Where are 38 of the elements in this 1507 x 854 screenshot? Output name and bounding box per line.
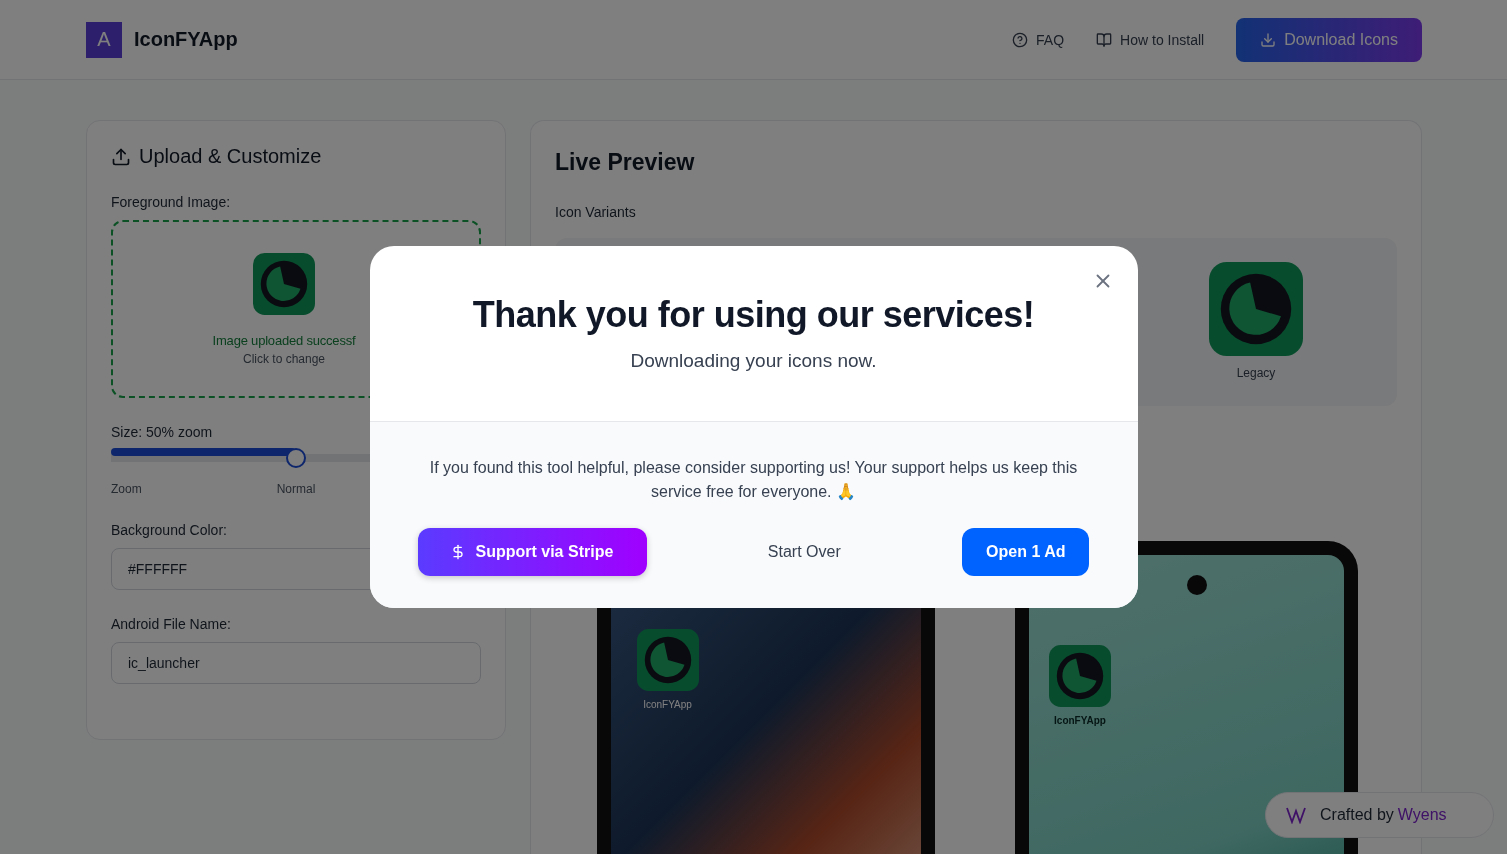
variant-label: Legacy — [1236, 366, 1276, 380]
app-icon — [636, 629, 699, 691]
modal-subtitle: Downloading your icons now. — [630, 350, 877, 372]
card-title: Live Preview — [555, 149, 696, 176]
field-label: Foreground Image: — [111, 194, 232, 210]
nav-link[interactable]: FAQ — [1012, 31, 1065, 48]
download-button[interactable]: Download Icons — [1236, 17, 1422, 62]
title-text: Upload & Customize — [139, 145, 322, 168]
slider-label: Zoom — [111, 482, 143, 496]
download-icon — [1260, 31, 1277, 48]
app-icon — [253, 252, 315, 315]
slider-thumb[interactable] — [286, 448, 306, 468]
support-button[interactable]: Support via Stripe — [417, 528, 647, 576]
logo: A — [86, 21, 122, 58]
field-label: Background Color: — [111, 522, 228, 538]
camera-dot — [1186, 575, 1207, 595]
w-logo-icon — [1286, 806, 1306, 824]
upload-status: Image uploaded successf — [212, 332, 356, 348]
app-label: IconFYApp — [1054, 715, 1106, 726]
app-icon — [1049, 645, 1111, 707]
field-label: Size: 50% zoom — [111, 424, 214, 440]
start-over-button[interactable]: Start Over — [743, 528, 865, 576]
help-icon — [1012, 31, 1029, 48]
section-label: Icon Variants — [555, 204, 637, 220]
field-label: Android File Name: — [111, 616, 232, 632]
app-label: IconFYApp — [643, 699, 692, 710]
brand-link[interactable]: Wyens — [1397, 806, 1447, 824]
credit-text: Crafted by — [1320, 806, 1394, 824]
ad-button[interactable]: Open 1 Ad — [962, 528, 1090, 576]
upload-hint: Click to change — [242, 351, 325, 366]
slider-label: Normal — [275, 482, 317, 496]
app-name: IconFYApp — [134, 28, 238, 51]
app-icon — [1209, 262, 1303, 356]
file-name-field[interactable]: ic_launcher — [111, 642, 481, 684]
upload-icon — [111, 146, 131, 167]
book-icon — [1096, 31, 1113, 48]
support-message: If you found this tool helpful, please consider supporting us! Your support helps us keep this service free for everyone. 🙏 — [428, 458, 1079, 502]
nav-link[interactable]: How to Install — [1096, 31, 1205, 48]
